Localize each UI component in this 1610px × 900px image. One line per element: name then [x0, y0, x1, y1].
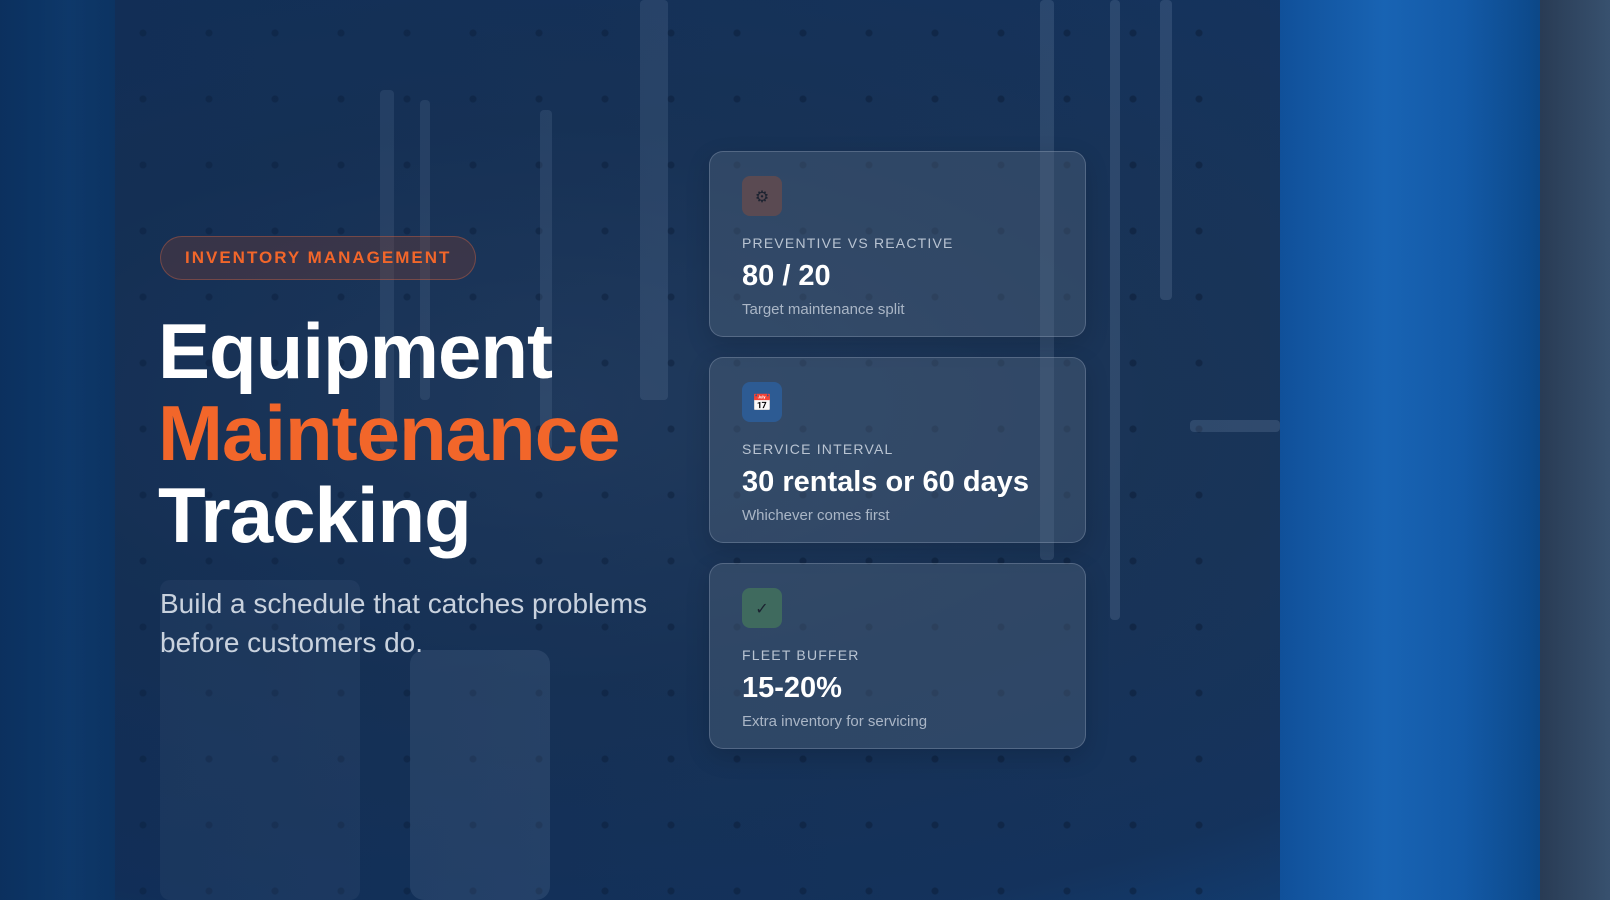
title-line-equipment: Equipment — [158, 307, 553, 395]
stat-label: FLEET BUFFER — [742, 647, 860, 663]
stat-value: 30 rentals or 60 days — [742, 466, 1029, 498]
stat-label: PREVENTIVE VS REACTIVE — [742, 235, 954, 251]
title-line-tracking: Tracking — [158, 471, 472, 559]
stat-card-preventive: ⚙ PREVENTIVE VS REACTIVE 80 / 20 Target … — [709, 151, 1086, 337]
stat-value: 15-20% — [742, 672, 842, 704]
gear-icon: ⚙ — [742, 176, 782, 216]
check-icon: ✓ — [742, 588, 782, 628]
stat-description: Whichever comes first — [742, 507, 890, 524]
category-badge: INVENTORY MANAGEMENT — [160, 236, 477, 280]
stat-card-fleet-buffer: ✓ FLEET BUFFER 15-20% Extra inventory fo… — [709, 563, 1086, 749]
title-line-maintenance: Maintenance — [158, 389, 620, 477]
page-title: Equipment Maintenance Tracking — [158, 307, 620, 559]
stat-description: Target maintenance split — [742, 301, 905, 318]
calendar-icon: 📅 — [742, 382, 782, 422]
stat-card-service-interval: 📅 SERVICE INTERVAL 30 rentals or 60 days… — [709, 357, 1086, 543]
stat-value: 80 / 20 — [742, 260, 831, 292]
stat-description: Extra inventory for servicing — [742, 713, 928, 730]
stat-label: SERVICE INTERVAL — [742, 441, 894, 457]
hero-subtitle: Build a schedule that catches problems b… — [160, 588, 648, 658]
category-badge-label: INVENTORY MANAGEMENT — [185, 248, 452, 267]
